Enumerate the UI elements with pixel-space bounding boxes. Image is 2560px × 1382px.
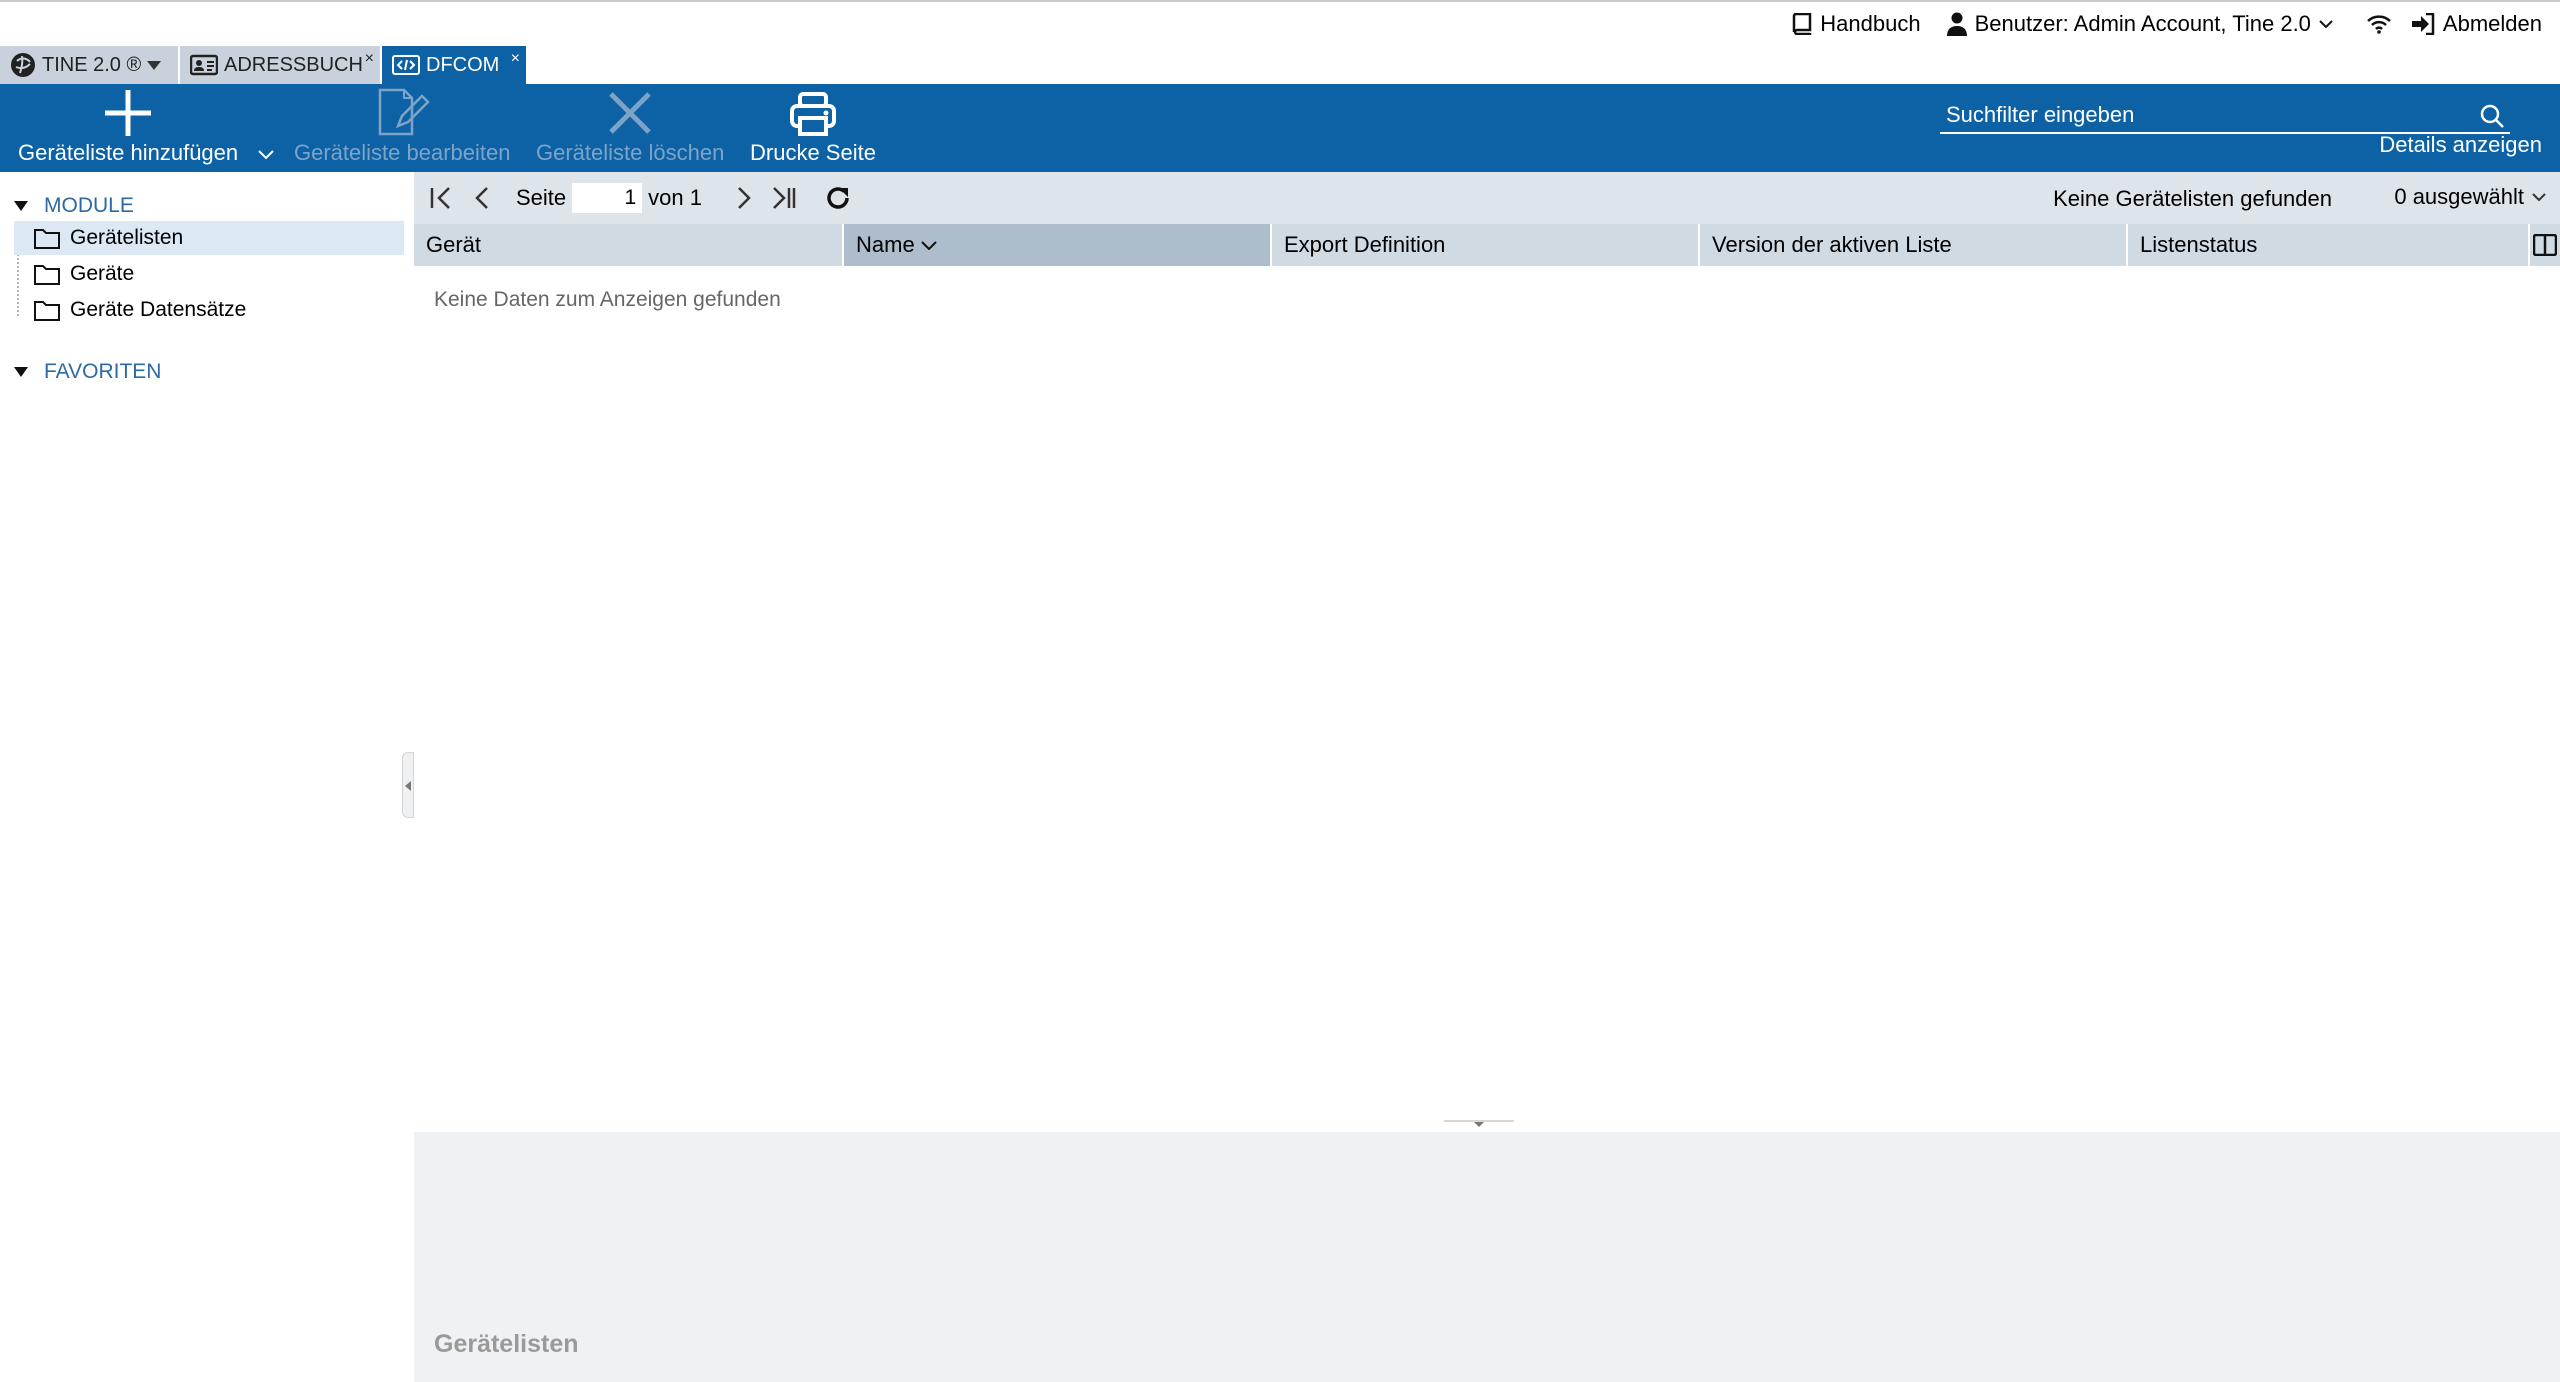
column-header-version[interactable]: Version der aktiven Liste xyxy=(1700,224,2128,266)
favorites-heading: FAVORITEN xyxy=(44,360,162,383)
sidebar-item-label: Geräte Datensätze xyxy=(70,298,247,321)
favorites-section-header[interactable]: FAVORITEN xyxy=(14,360,161,384)
tab-addressbook[interactable]: ADRESSBUCH × xyxy=(180,46,380,84)
address-card-icon xyxy=(190,54,218,76)
column-header-label: Gerät xyxy=(426,232,482,257)
edit-device-list-label: Geräteliste bearbeiten xyxy=(294,140,511,165)
delete-device-list-label: Geräteliste löschen xyxy=(536,140,725,165)
action-toolbar: Geräteliste hinzufügen Geräteliste bearb… xyxy=(0,84,2560,172)
empty-grid-message: Keine Daten zum Anzeigen gefunden xyxy=(434,288,781,311)
details-panel-title: Gerätelisten xyxy=(434,1330,579,1358)
show-details-toggle[interactable]: Details anzeigen xyxy=(2379,132,2542,158)
next-page-button[interactable] xyxy=(724,178,764,218)
module-heading: MODULE xyxy=(44,194,134,217)
sidebar-item-geraetelisten[interactable]: Gerätelisten xyxy=(14,221,404,255)
app-tabs: TINE 2.0 ® ADRESSBUCH × DFCOM × xyxy=(0,46,526,84)
add-device-list-label: Geräteliste hinzufügen xyxy=(18,140,239,165)
sidebar-collapse-handle[interactable] xyxy=(402,752,414,818)
wifi-icon xyxy=(2367,15,2391,34)
module-section-header[interactable]: MODULE xyxy=(14,194,134,218)
plus-icon xyxy=(105,90,152,136)
folder-icon xyxy=(34,301,60,321)
print-page-label: Drucke Seite xyxy=(750,140,876,165)
page-count-label: von 1 xyxy=(648,185,702,210)
collapse-triangle-icon xyxy=(14,367,28,377)
first-page-icon xyxy=(430,187,450,209)
folder-icon xyxy=(34,265,60,285)
chevron-down-icon xyxy=(2319,20,2333,29)
sidebar-item-geraete[interactable]: Geräte xyxy=(14,257,404,291)
edit-document-icon xyxy=(378,88,431,136)
column-header-name[interactable]: Name xyxy=(844,224,1272,266)
search-input[interactable] xyxy=(1940,98,2510,132)
close-icon[interactable]: × xyxy=(365,50,374,68)
edit-device-list-button[interactable]: Geräteliste bearbeiten xyxy=(294,84,510,172)
chevron-right-icon xyxy=(738,187,751,209)
selection-count-dropdown[interactable]: 0 ausgewählt xyxy=(2394,184,2546,210)
manual-label: Handbuch xyxy=(1820,11,1921,36)
result-status-text: Keine Gerätelisten gefunden xyxy=(2053,186,2332,211)
collapse-triangle-icon xyxy=(14,201,28,211)
column-header-label: Version der aktiven Liste xyxy=(1712,232,1952,257)
tab-addressbook-label: ADRESSBUCH xyxy=(224,53,363,76)
columns-icon xyxy=(2533,234,2557,256)
user-icon xyxy=(1946,12,1967,36)
sort-chevron-down-icon xyxy=(920,241,937,250)
file-code-icon xyxy=(392,55,420,75)
close-x-icon xyxy=(609,92,651,134)
details-panel-splitter[interactable] xyxy=(1444,1118,1514,1132)
logout-label: Abmelden xyxy=(2442,11,2542,36)
tine-logo-icon xyxy=(11,53,35,77)
top-menubar: Handbuch Benutzer: Admin Account, Tine 2… xyxy=(0,0,2560,46)
column-header-export-definition[interactable]: Export Definition xyxy=(1272,224,1700,266)
search-icon[interactable] xyxy=(2480,104,2504,128)
page-number-input[interactable] xyxy=(572,183,643,213)
column-header-listenstatus[interactable]: Listenstatus xyxy=(2128,224,2530,266)
add-device-list-button[interactable]: Geräteliste hinzufügen xyxy=(18,84,238,172)
folder-icon xyxy=(34,229,60,249)
delete-device-list-button[interactable]: Geräteliste löschen xyxy=(536,84,724,172)
column-chooser-button[interactable] xyxy=(2530,224,2560,266)
tab-dfcom[interactable]: DFCOM × xyxy=(382,46,526,84)
last-page-icon xyxy=(773,187,796,209)
column-header-label: Name xyxy=(856,232,915,257)
sign-out-icon xyxy=(2411,13,2435,35)
last-page-button[interactable] xyxy=(764,178,804,218)
sidebar-item-label: Gerätelisten xyxy=(70,226,184,249)
tab-dfcom-label: DFCOM xyxy=(426,53,500,76)
wifi-status xyxy=(2367,14,2399,34)
tab-tine[interactable]: TINE 2.0 ® xyxy=(0,46,178,84)
first-page-button[interactable] xyxy=(422,178,462,218)
refresh-button[interactable] xyxy=(818,178,858,218)
column-header-geraet[interactable]: Gerät xyxy=(414,224,844,266)
selection-count-label: 0 ausgewählt xyxy=(2394,184,2524,209)
refresh-icon xyxy=(827,187,849,209)
page-label: Seite xyxy=(516,185,567,210)
logout-link[interactable]: Abmelden xyxy=(2411,11,2542,37)
previous-page-button[interactable] xyxy=(462,178,502,218)
print-page-button[interactable]: Drucke Seite xyxy=(750,84,876,172)
book-icon xyxy=(1793,13,1812,35)
chevron-down-icon xyxy=(2532,193,2546,202)
details-panel: Gerätelisten xyxy=(414,1132,2560,1382)
add-options-dropdown[interactable] xyxy=(252,112,280,160)
grid-header: Gerät Name Export Definition Version der… xyxy=(414,224,2560,266)
close-icon[interactable]: × xyxy=(511,50,520,68)
tab-tine-label: TINE 2.0 ® xyxy=(42,53,142,76)
sidebar-item-geraete-datensaetze[interactable]: Geräte Datensätze xyxy=(14,293,404,327)
manual-link[interactable]: Handbuch xyxy=(1792,11,1921,37)
chevron-left-icon xyxy=(475,187,488,209)
search-filter xyxy=(1940,98,2510,134)
sidebar-item-label: Geräte xyxy=(70,262,135,285)
collapse-arrow-icon xyxy=(1444,1120,1514,1127)
chevron-down-icon xyxy=(258,150,274,160)
column-header-label: Export Definition xyxy=(1284,232,1446,257)
caret-down-icon[interactable] xyxy=(147,60,162,70)
printer-icon xyxy=(789,92,836,136)
column-header-label: Listenstatus xyxy=(2140,232,2258,257)
user-label: Benutzer: Admin Account, Tine 2.0 xyxy=(1974,11,2311,36)
paging-toolbar: Seite von 1 Keine Gerätelisten gefunden … xyxy=(414,172,2560,224)
user-menu[interactable]: Benutzer: Admin Account, Tine 2.0 xyxy=(1946,11,2341,37)
